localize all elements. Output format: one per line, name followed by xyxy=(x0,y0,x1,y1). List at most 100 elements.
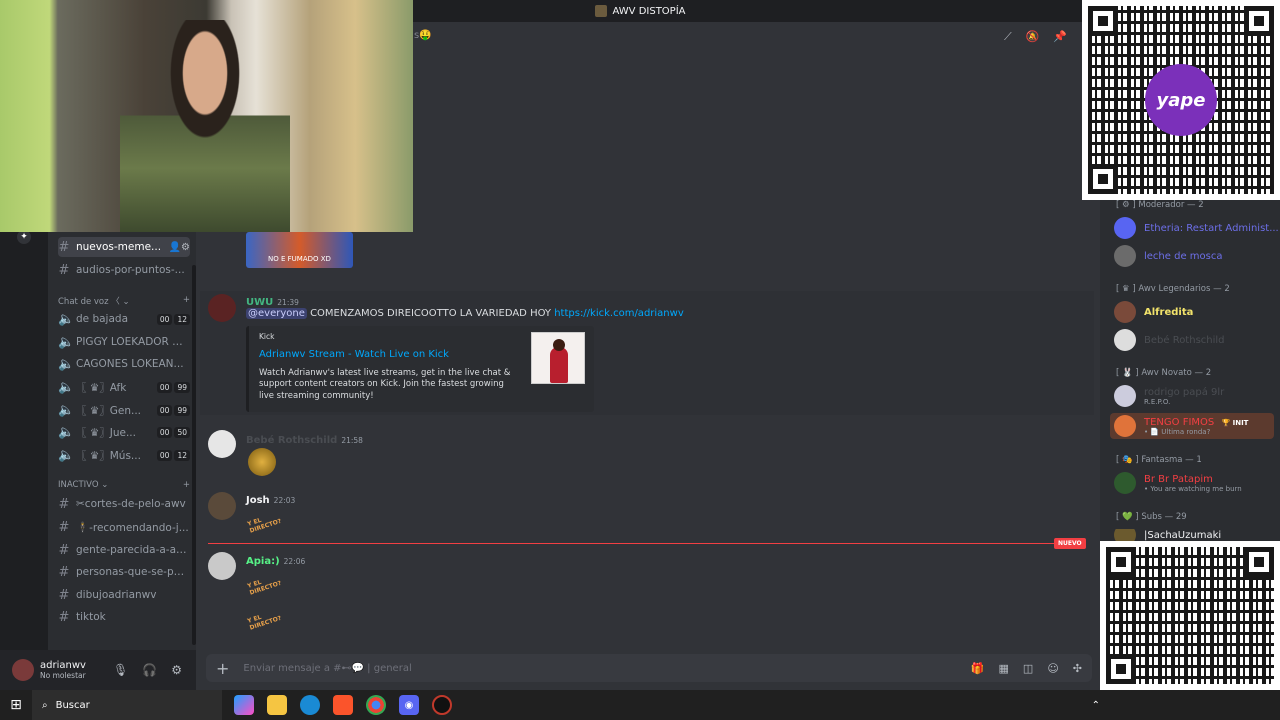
emoji-icon[interactable]: ☺ xyxy=(1047,662,1058,675)
chevron-up-icon[interactable]: ⌃ xyxy=(1092,700,1280,711)
copilot-icon[interactable] xyxy=(234,695,254,715)
microphone-icon[interactable]: 🎙 xyxy=(113,663,128,677)
channel-settings-icon[interactable]: 👤⚙ xyxy=(169,242,190,253)
discord-home-icon[interactable]: ✦ xyxy=(17,230,31,244)
chat-header-tools: ⟋ 🔕 📌 xyxy=(1004,30,1067,44)
qr-code xyxy=(1100,541,1280,690)
hash-icon: # xyxy=(58,564,70,580)
voice-channel[interactable]: 🔈 〖 ♛〗Afk 00 99 xyxy=(58,377,190,397)
brave-icon[interactable] xyxy=(333,695,353,715)
link-embed: Kick Adrianwv Stream - Watch Live on Kic… xyxy=(246,326,594,412)
channel-text[interactable]: # 🕴-recomendando-j... xyxy=(58,517,190,537)
voice-channel[interactable]: 🔈 〖 ♛〗Mús... 00 12 xyxy=(58,445,190,465)
category-inactive[interactable]: INACTIVO ⌄ + xyxy=(58,480,190,490)
member-item[interactable]: rodrigo papá 9lr R.E.P.O. xyxy=(1114,385,1224,407)
message-content: @everyone COMENZAMOS DIREICOOTTO LA VARI… xyxy=(246,308,684,319)
avatar[interactable] xyxy=(12,659,34,681)
new-messages-divider xyxy=(208,543,1084,544)
speaker-icon: 🔈 xyxy=(58,402,75,418)
file-explorer-icon[interactable] xyxy=(267,695,287,715)
status-badge: 🏆 INIT xyxy=(1221,418,1249,427)
member-item[interactable]: Etheria: Restart Administ... xyxy=(1114,217,1279,239)
headphones-icon[interactable]: 🎧 xyxy=(142,663,157,677)
mention[interactable]: @everyone xyxy=(246,308,307,319)
threads-icon[interactable]: ⟋ xyxy=(1004,30,1012,44)
edge-icon[interactable] xyxy=(300,695,320,715)
channel-text[interactable]: # tiktok xyxy=(58,607,190,627)
windows-start-icon[interactable]: ⊞ xyxy=(0,690,32,720)
member-group-header: [ ♛ ] Awv Legendarios — 2 xyxy=(1116,284,1230,294)
member-item[interactable]: Br Br Patapim • You are watching me burn xyxy=(1114,472,1242,494)
avatar xyxy=(1114,385,1136,407)
user-count: 00 12 xyxy=(156,313,190,325)
avatar[interactable] xyxy=(208,492,236,520)
voice-channel[interactable]: 🔈 CAGONES LOKEAN... xyxy=(58,354,190,374)
channel-audios[interactable]: # audios-por-puntos-... xyxy=(58,260,190,280)
add-attachment-icon[interactable]: + xyxy=(216,659,229,678)
user-panel: adrianwv No molestar 🎙 🎧 ⚙ xyxy=(0,650,196,690)
apps-icon[interactable]: ✣ xyxy=(1073,662,1082,675)
member-item[interactable]: TENGO FIMOS 🏆 INIT • 📄 Ultima ronda? xyxy=(1110,413,1274,439)
member-item[interactable]: Bebé Rothschild xyxy=(1114,329,1225,351)
voice-channel[interactable]: 🔈 〖 ♛〗Gen... 00 99 xyxy=(58,400,190,420)
add-channel-icon[interactable]: + xyxy=(183,295,190,307)
message-composer: + Enviar mensaje a #⊷💬 | general 🎁 ▦ ◫ ☺… xyxy=(206,654,1092,682)
avatar[interactable] xyxy=(208,552,236,580)
speaker-icon: 🔈 xyxy=(58,424,75,440)
hash-icon: # xyxy=(58,496,70,512)
message-link[interactable]: https://kick.com/adrianwv xyxy=(554,308,684,319)
server-icon xyxy=(594,5,607,17)
channel-text[interactable]: # ✂cortes-de-pelo-awv xyxy=(58,494,190,514)
channel-nuevos-memes[interactable]: # nuevos-meme... 👤⚙ xyxy=(58,237,190,257)
discord-icon[interactable]: ◉ xyxy=(399,695,419,715)
avatar[interactable] xyxy=(208,294,236,322)
search-icon: ⌕ xyxy=(42,699,48,711)
mute-bell-icon[interactable]: 🔕 xyxy=(1026,30,1040,44)
avatar xyxy=(1114,529,1136,541)
speaker-icon: 🔈 xyxy=(58,356,75,372)
avatar[interactable] xyxy=(208,430,236,458)
sticker-icon[interactable]: ◫ xyxy=(1023,662,1033,675)
voice-channel[interactable]: 🔈 de bajada 00 12 xyxy=(58,309,190,329)
message-header: Bebé Rothschild 21:58 xyxy=(246,435,363,446)
user-status: No molestar xyxy=(40,671,86,680)
message-header: Josh 22:03 xyxy=(246,495,296,506)
member-group-header: [ 💚 ] Subs — 29 xyxy=(1116,512,1187,522)
chrome-icon[interactable] xyxy=(366,695,386,715)
speaker-icon: 🔈 xyxy=(58,311,75,327)
hash-icon: # xyxy=(58,519,70,535)
category-voice[interactable]: Chat de voz 〈 ⌄ + xyxy=(58,295,190,307)
channel-text[interactable]: # dibujoadrianwv xyxy=(58,585,190,605)
user-count: 00 12 xyxy=(156,449,190,461)
pin-icon[interactable]: 📌 xyxy=(1053,30,1067,44)
avatar xyxy=(1114,472,1136,494)
member-group-header: [ 🎭 ] Fantasma — 1 xyxy=(1116,455,1202,465)
gift-icon[interactable]: 🎁 xyxy=(971,662,985,675)
member-group-header: [ 🐰 ] Awv Novato — 2 xyxy=(1116,368,1212,378)
member-item[interactable]: Alfredita xyxy=(1114,301,1193,323)
avatar xyxy=(1114,329,1136,351)
embed-thumbnail[interactable] xyxy=(531,332,585,384)
image-attachment[interactable]: NO E FUMADO XD xyxy=(246,232,353,268)
voice-channel[interactable]: 🔈 〖 ♛〗Jue... 00 50 xyxy=(58,422,190,442)
channel-text[interactable]: # gente-parecida-a-ad... xyxy=(58,540,190,560)
message-header: Apia:) 22:06 xyxy=(246,556,306,567)
channel-text[interactable]: # personas-que-se-pa... xyxy=(58,562,190,582)
taskbar-search[interactable]: ⌕ Buscar xyxy=(32,690,222,720)
hash-icon: # xyxy=(58,587,70,603)
hash-icon: # xyxy=(58,609,70,625)
gear-icon[interactable]: ⚙ xyxy=(171,663,182,677)
new-badge: NUEVO xyxy=(1054,538,1086,549)
member-item[interactable]: leche de mosca xyxy=(1114,245,1222,267)
member-item[interactable]: |SachaUzumaki xyxy=(1114,529,1221,541)
avatar xyxy=(1114,415,1136,437)
channel-header-fragment: s🤑 xyxy=(414,30,432,41)
emoji-sticker[interactable] xyxy=(248,448,276,476)
gif-icon[interactable]: ▦ xyxy=(999,662,1009,675)
streamer-image xyxy=(120,20,290,232)
add-channel-icon[interactable]: + xyxy=(183,480,190,490)
message-input[interactable]: Enviar mensaje a #⊷💬 | general xyxy=(243,663,956,674)
app-icon[interactable] xyxy=(432,695,452,715)
webcam-overlay xyxy=(0,0,413,232)
voice-channel[interactable]: 🔈 PIGGY LOEKADOR D... xyxy=(58,332,190,352)
